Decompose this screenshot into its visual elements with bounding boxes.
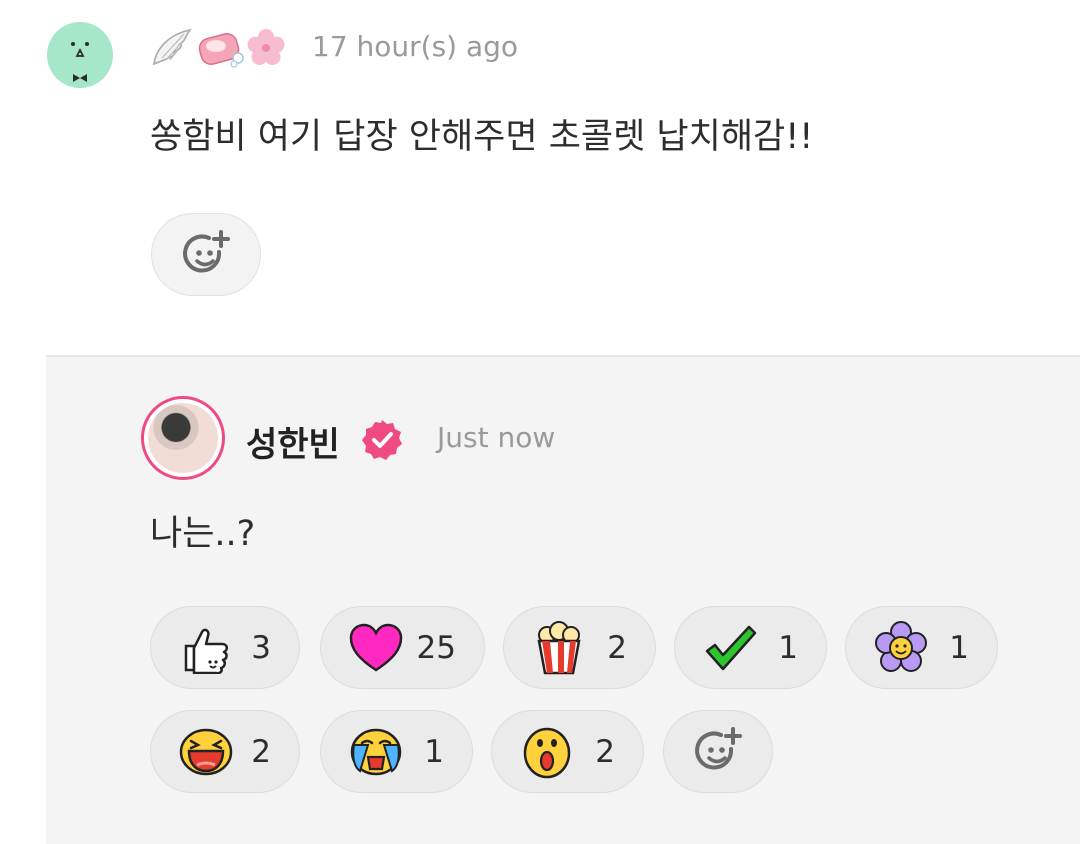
comment-text: 쏭함비 여기 답장 안해주면 초콜렛 납치해감!! [150,117,814,157]
reaction-check[interactable]: 1 [674,606,827,689]
reaction-count: 2 [607,629,627,666]
reaction-count: 1 [778,629,798,666]
reaction-laughing[interactable]: 2 [150,710,300,793]
reaction-popcorn[interactable]: 2 [503,606,656,689]
reaction-crying[interactable]: 1 [320,710,473,793]
popcorn-icon [531,620,587,676]
verified-badge-icon [360,418,404,462]
reply-text: 나는..? [150,514,256,554]
reply-author-name[interactable]: 성한빈 [246,417,340,466]
reaction-shocked[interactable]: 2 [491,710,644,793]
user-badges [150,24,290,70]
thumbs-up-icon [178,620,234,676]
soap-icon [198,33,244,68]
reaction-count: 2 [251,733,271,770]
shocked-face-icon [519,724,575,780]
reaction-count: 2 [595,733,615,770]
avatar-photo [148,403,218,473]
reaction-count: 25 [416,629,456,666]
add-emoji-icon [183,229,230,272]
reaction-count: 1 [424,733,444,770]
flower-icon [873,620,929,676]
reply-author-avatar[interactable] [141,396,225,480]
crying-face-icon [348,724,404,780]
angel-wing-icon [153,28,192,66]
reaction-count: 3 [251,629,271,666]
heart-icon [348,620,404,676]
check-icon [702,620,758,676]
cherry-blossom-icon [247,29,285,65]
add-reaction-button[interactable] [663,710,773,793]
add-reaction-button[interactable] [151,213,261,296]
reply-indent [0,355,46,842]
add-emoji-icon [695,726,742,769]
reaction-flower[interactable]: 1 [845,606,998,689]
reaction-thumbs-up[interactable]: 3 [150,606,300,689]
reaction-count: 1 [949,629,969,666]
laughing-face-icon [178,724,234,780]
reaction-heart[interactable]: 25 [320,606,485,689]
commenter-avatar[interactable] [47,22,113,88]
reply-timestamp: Just now [437,421,556,454]
comment-timestamp: 17 hour(s) ago [312,30,519,63]
